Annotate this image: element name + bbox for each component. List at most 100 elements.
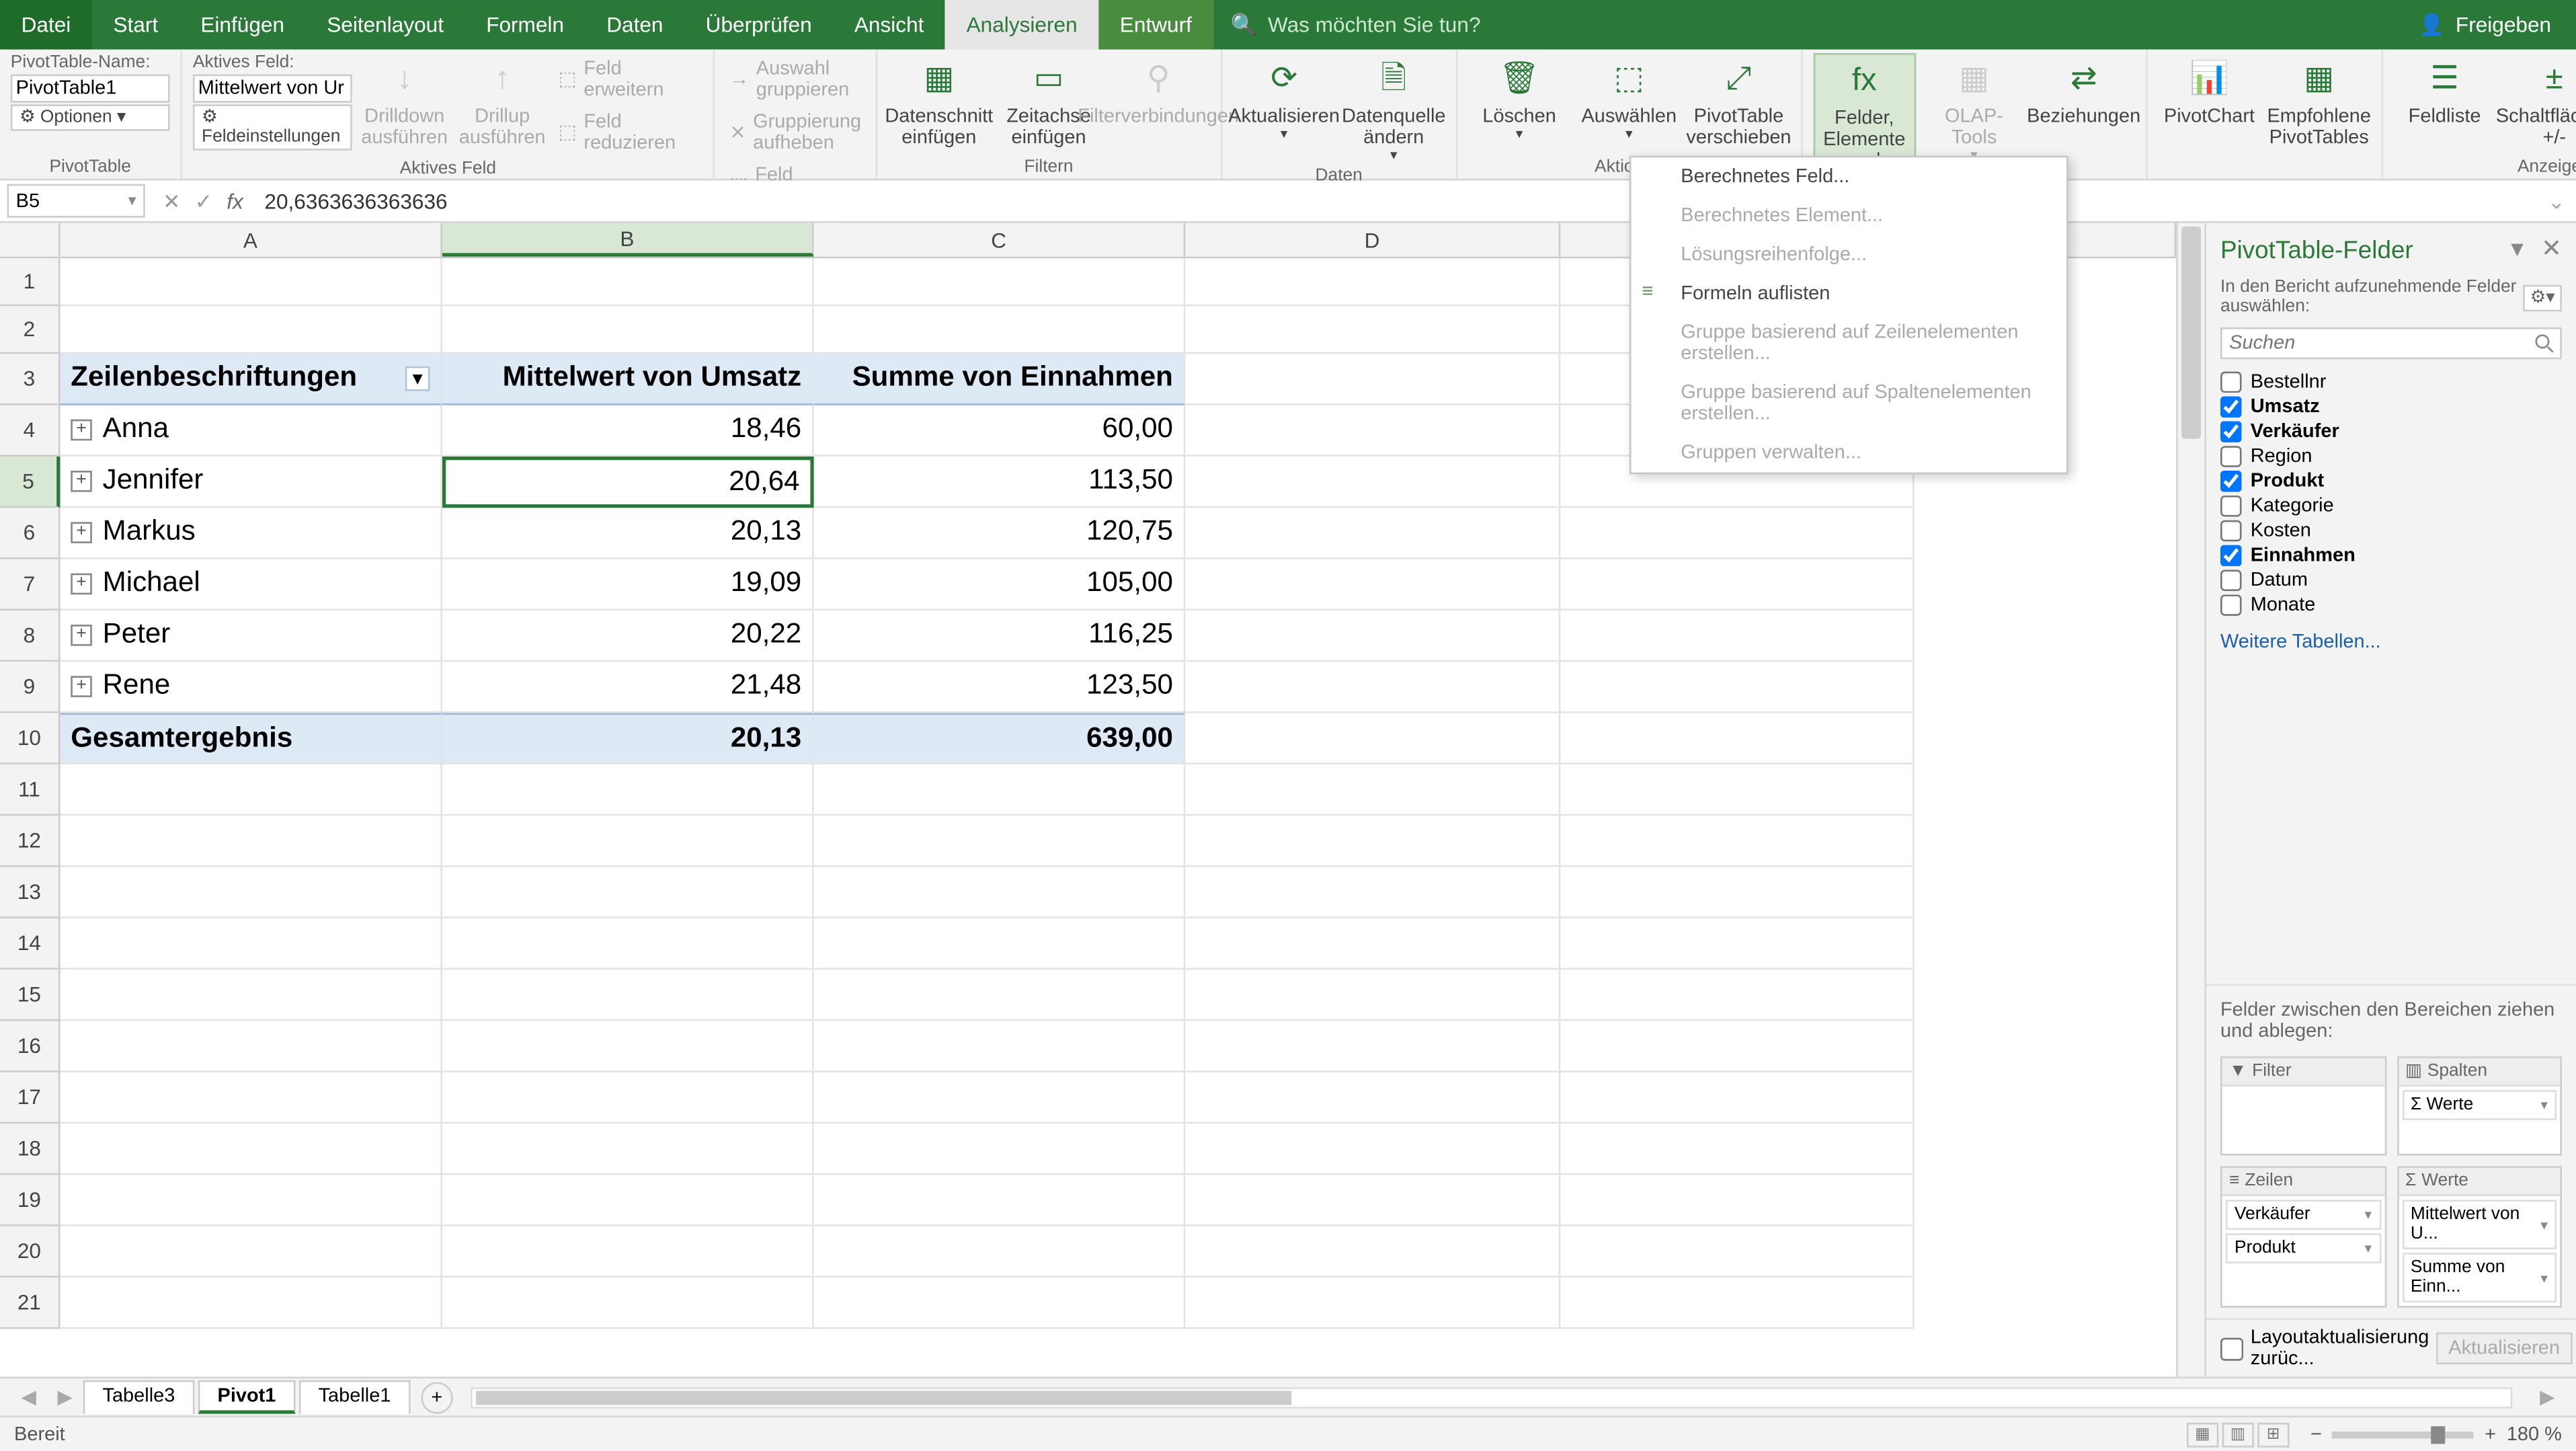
cell[interactable] (1185, 918, 1560, 970)
pivottable-options[interactable]: ⚙ Optionen ▾ (11, 104, 170, 130)
cell[interactable] (1560, 713, 1914, 764)
field-item[interactable]: Einnahmen (2220, 543, 2562, 568)
expand-icon[interactable]: + (71, 574, 92, 595)
cell[interactable] (814, 867, 1186, 918)
pivot-row-label[interactable]: +Michael (60, 559, 442, 611)
buttons-toggle[interactable]: ±Schaltflächen +/- (2503, 53, 2576, 149)
cell[interactable] (1185, 662, 1560, 713)
expand-icon[interactable]: + (71, 471, 92, 492)
sheet-nav-prev[interactable]: ◀ (11, 1386, 47, 1409)
cancel-icon[interactable]: ✕ (163, 188, 180, 213)
cell[interactable] (442, 867, 814, 918)
field-search-input[interactable] (2220, 327, 2562, 359)
cell[interactable] (814, 1124, 1186, 1175)
cell[interactable] (60, 918, 442, 970)
tab-review[interactable]: Überprüfen (684, 0, 833, 50)
expand-icon[interactable]: + (71, 522, 92, 543)
cell[interactable] (814, 816, 1186, 867)
expand-icon[interactable]: + (71, 676, 92, 697)
field-checkbox[interactable] (2220, 421, 2242, 442)
row-header[interactable]: 20 (0, 1226, 60, 1278)
tab-file[interactable]: Datei (0, 0, 92, 50)
pivot-value[interactable]: 120,75 (814, 508, 1186, 559)
pivot-grand-total[interactable]: 20,13 (442, 713, 814, 764)
row-header[interactable]: 9 (0, 662, 60, 713)
field-settings[interactable]: ⚙ Feldeinstellungen (193, 104, 352, 150)
pivot-row-label[interactable]: +Jennifer (60, 457, 442, 508)
change-datasource[interactable]: 🗎Datenquelle ändern▾ (1342, 53, 1445, 165)
select-all-corner[interactable] (0, 223, 60, 257)
cell[interactable] (442, 1175, 814, 1226)
cell[interactable] (60, 816, 442, 867)
cell[interactable] (1185, 713, 1560, 764)
cell[interactable] (1185, 1226, 1560, 1278)
cell[interactable] (60, 1226, 442, 1278)
pivot-value[interactable]: 21,48 (442, 662, 814, 713)
tab-view[interactable]: Ansicht (833, 0, 945, 50)
tab-start[interactable]: Start (92, 0, 179, 50)
cell[interactable] (814, 258, 1186, 306)
cell[interactable] (1185, 1278, 1560, 1329)
field-item[interactable]: Kategorie (2220, 494, 2562, 518)
area-item[interactable]: Verkäufer▾ (2226, 1200, 2380, 1230)
cell[interactable] (1185, 508, 1560, 559)
pivot-row-header[interactable]: Zeilenbeschriftungen▾ (60, 354, 442, 405)
cell[interactable] (1185, 816, 1560, 867)
field-checkbox[interactable] (2220, 372, 2242, 393)
columns-area[interactable]: ▥Spalten Σ Werte▾ (2397, 1056, 2562, 1155)
pivot-value[interactable]: 20,64 (442, 457, 814, 508)
field-item[interactable]: Umsatz (2220, 395, 2562, 420)
cell[interactable] (1560, 1226, 1914, 1278)
cell[interactable] (442, 1072, 814, 1124)
cell[interactable] (1185, 764, 1560, 816)
cell[interactable] (442, 970, 814, 1021)
area-item[interactable]: Produkt▾ (2226, 1233, 2380, 1263)
pivotchart-button[interactable]: 📊PivotChart (2158, 53, 2261, 128)
pivot-value[interactable]: 18,46 (442, 405, 814, 457)
cell[interactable] (442, 258, 814, 306)
pivot-value[interactable]: 20,13 (442, 508, 814, 559)
pagebreak-view-icon[interactable]: ⊞ (2257, 1422, 2289, 1447)
field-checkbox[interactable] (2220, 446, 2242, 467)
cell[interactable] (1185, 867, 1560, 918)
expand-icon[interactable]: + (71, 420, 92, 441)
row-header[interactable]: 21 (0, 1278, 60, 1329)
cell[interactable] (1185, 258, 1560, 306)
cell[interactable] (1560, 816, 1914, 867)
field-item[interactable]: Region (2220, 444, 2562, 469)
insert-timeline[interactable]: ▭Zeitachse einfügen (998, 53, 1100, 149)
field-item[interactable]: Produkt (2220, 469, 2562, 494)
pivot-grand-total-label[interactable]: Gesamtergebnis (60, 713, 442, 764)
cell[interactable] (60, 867, 442, 918)
pivot-row-label[interactable]: +Rene (60, 662, 442, 713)
area-item[interactable]: Summe von Einn...▾ (2402, 1253, 2557, 1302)
confirm-icon[interactable]: ✓ (195, 188, 212, 213)
cell[interactable] (1560, 1072, 1914, 1124)
defer-layout-checkbox[interactable] (2220, 1337, 2243, 1360)
formula-value[interactable]: 20,6363636363636 (254, 188, 2537, 213)
cell[interactable] (1185, 457, 1560, 508)
filter-area[interactable]: ▼Filter (2220, 1056, 2386, 1155)
row-header[interactable]: 3 (0, 354, 60, 405)
field-item[interactable]: Kosten (2220, 518, 2562, 543)
field-item[interactable]: Datum (2220, 568, 2562, 593)
cell[interactable] (442, 1124, 814, 1175)
cell[interactable] (1185, 405, 1560, 457)
cell[interactable] (1185, 970, 1560, 1021)
row-header[interactable]: 19 (0, 1175, 60, 1226)
cell[interactable] (1560, 662, 1914, 713)
expand-icon[interactable]: + (71, 625, 92, 646)
cell[interactable] (1560, 918, 1914, 970)
cell[interactable] (814, 764, 1186, 816)
active-field-input[interactable] (193, 75, 352, 103)
dropdown-item[interactable]: ≡Formeln auflisten (1632, 274, 2066, 313)
cell[interactable] (814, 1072, 1186, 1124)
pivot-grand-total[interactable]: 639,00 (814, 713, 1186, 764)
row-header[interactable]: 2 (0, 306, 60, 354)
cell[interactable] (60, 764, 442, 816)
tab-design[interactable]: Entwurf (1098, 0, 1213, 50)
cell[interactable] (1560, 970, 1914, 1021)
row-header[interactable]: 18 (0, 1124, 60, 1175)
field-item[interactable]: Monate (2220, 593, 2562, 618)
col-B[interactable]: B (442, 223, 814, 257)
